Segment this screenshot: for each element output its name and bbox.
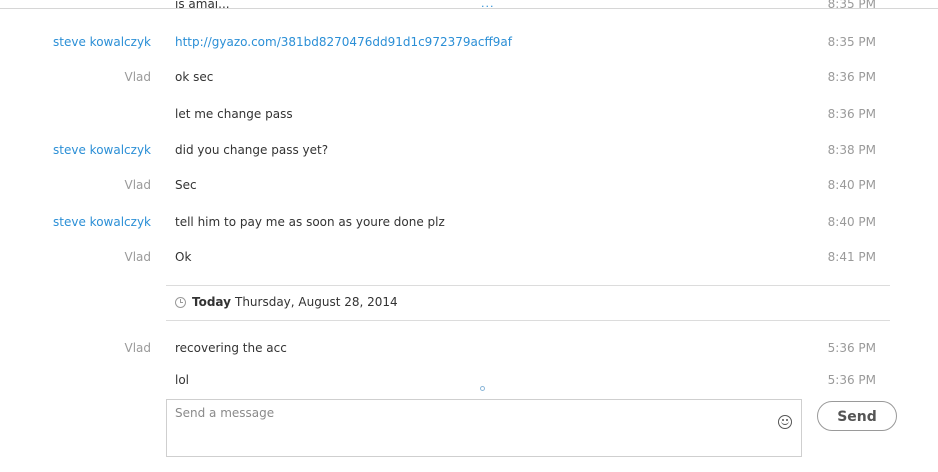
date-separator: Today Thursday, August 28, 2014 bbox=[175, 292, 398, 312]
message-time: 8:36 PM bbox=[827, 107, 876, 121]
message-text: recovering the acc bbox=[175, 341, 287, 355]
message-time: 8:40 PM bbox=[827, 215, 876, 229]
message-time: 8:36 PM bbox=[827, 70, 876, 84]
date-divider-top bbox=[166, 285, 890, 286]
message-row: let me change pass 8:36 PM bbox=[0, 104, 938, 124]
message-row: Vlad Sec 8:40 PM bbox=[0, 175, 938, 195]
message-text: is amai... bbox=[175, 0, 230, 11]
message-text: let me change pass bbox=[175, 107, 293, 121]
message-time: 8:40 PM bbox=[827, 178, 876, 192]
smiley-mouth bbox=[781, 421, 789, 425]
message-text: ok sec bbox=[175, 70, 214, 84]
message-row: lol 5:36 PM bbox=[0, 370, 938, 387]
message-row-partial: is amai... 8:35 PM bbox=[0, 0, 938, 14]
message-text: Sec bbox=[175, 178, 197, 192]
message-row: Vlad Ok 8:41 PM bbox=[0, 247, 938, 267]
smiley-icon[interactable] bbox=[778, 415, 792, 429]
message-time: 5:36 PM bbox=[827, 341, 876, 355]
message-row: steve kowalczyk did you change pass yet?… bbox=[0, 140, 938, 160]
message-sender[interactable]: Vlad bbox=[124, 175, 151, 195]
message-composer[interactable] bbox=[166, 399, 802, 457]
message-text: Ok bbox=[175, 250, 192, 264]
message-row: Vlad recovering the acc 5:36 PM bbox=[0, 338, 938, 358]
message-row: steve kowalczyk tell him to pay me as so… bbox=[0, 212, 938, 232]
message-link[interactable]: http://gyazo.com/381bd8270476dd91d1c9723… bbox=[175, 32, 512, 52]
clock-icon bbox=[175, 297, 186, 308]
resize-handle[interactable] bbox=[480, 386, 485, 391]
date-label: Thursday, August 28, 2014 bbox=[234, 295, 398, 309]
message-row: Vlad ok sec 8:36 PM bbox=[0, 67, 938, 87]
message-sender[interactable]: steve kowalczyk bbox=[53, 32, 151, 52]
message-row: steve kowalczyk http://gyazo.com/381bd82… bbox=[0, 32, 938, 52]
chat-history[interactable]: ... is amai... 8:35 PM steve kowalczyk h… bbox=[0, 0, 938, 392]
date-today-label: Today bbox=[192, 295, 231, 309]
message-sender[interactable]: Vlad bbox=[124, 338, 151, 358]
message-time: 8:35 PM bbox=[827, 0, 876, 11]
message-time: 5:36 PM bbox=[827, 373, 876, 387]
message-text: lol bbox=[175, 373, 190, 387]
message-input[interactable] bbox=[175, 406, 765, 420]
message-time: 8:38 PM bbox=[827, 143, 876, 157]
message-sender[interactable]: steve kowalczyk bbox=[53, 212, 151, 232]
date-divider-bottom bbox=[166, 320, 890, 321]
message-sender[interactable]: Vlad bbox=[124, 67, 151, 87]
message-time: 8:41 PM bbox=[827, 250, 876, 264]
message-text: tell him to pay me as soon as youre done… bbox=[175, 215, 445, 229]
message-text: did you change pass yet? bbox=[175, 143, 329, 157]
send-button[interactable]: Send bbox=[817, 401, 897, 431]
message-sender[interactable]: Vlad bbox=[124, 247, 151, 267]
message-sender[interactable]: steve kowalczyk bbox=[53, 140, 151, 160]
message-time: 8:35 PM bbox=[827, 35, 876, 49]
